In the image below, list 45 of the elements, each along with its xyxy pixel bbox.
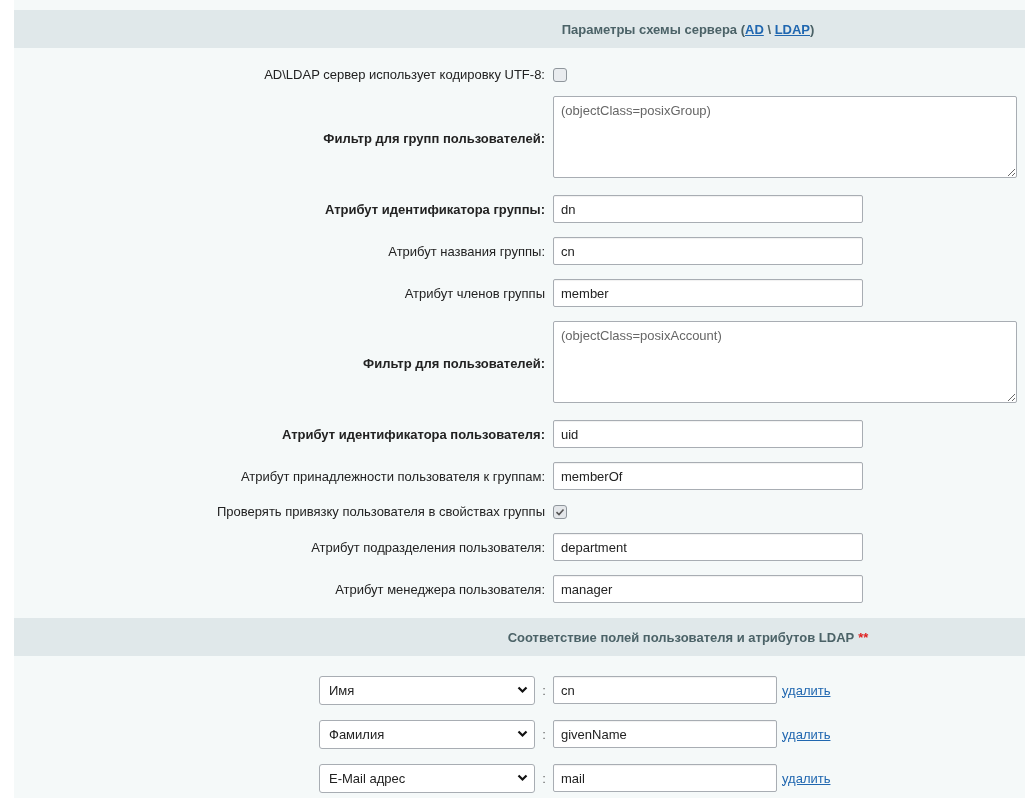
- attribute-field[interactable]: cn: [553, 676, 777, 704]
- checkbox[interactable]: [553, 504, 567, 519]
- field-select[interactable]: E-Mail адрес: [319, 763, 535, 793]
- textarea-field[interactable]: (objectClass=posixGroup): [553, 96, 1017, 178]
- field-label: Фильтр для пользователей:: [362, 356, 545, 371]
- field-label: Атрибут членов группы: [403, 285, 545, 301]
- chevron-icon: [517, 730, 528, 738]
- required-mark: **: [858, 629, 869, 645]
- colon-text: :: [541, 770, 547, 786]
- field-select[interactable]: Имя: [319, 675, 535, 705]
- chevron-icon: [517, 686, 528, 694]
- section-title: Соответствие полей пользователя и атрибутов LDAP: [507, 629, 855, 645]
- chevron-icon: [517, 774, 528, 782]
- text-field[interactable]: memberOf: [553, 462, 863, 490]
- text-field[interactable]: uid: [553, 420, 863, 448]
- delete-link[interactable]: удалить: [782, 682, 831, 698]
- field-label: Атрибут менеджера пользователя:: [334, 581, 545, 597]
- delete-link[interactable]: удалить: [782, 770, 831, 786]
- field-label: Атрибут идентификатора группы:: [324, 201, 545, 217]
- checkmark-icon: [555, 506, 565, 517]
- text-field[interactable]: department: [553, 533, 863, 561]
- text-field[interactable]: manager: [553, 575, 863, 603]
- ldap-link[interactable]: LDAP: [774, 21, 810, 37]
- text-field[interactable]: member: [553, 279, 863, 307]
- field-label: Фильтр для групп пользователей:: [322, 131, 545, 146]
- field-select[interactable]: Фамилия: [319, 719, 535, 749]
- textarea-field[interactable]: (objectClass=posixAccount): [553, 321, 1017, 403]
- field-label: Проверять привязку пользователя в свойствах группы: [216, 504, 545, 519]
- colon-text: :: [541, 726, 547, 742]
- ad-link[interactable]: AD: [745, 21, 764, 37]
- attribute-field[interactable]: givenName: [553, 720, 777, 748]
- colon-text: :: [541, 682, 547, 698]
- text-field[interactable]: dn: [553, 195, 863, 223]
- text-field[interactable]: cn: [553, 237, 863, 265]
- field-label: Атрибут идентификатора пользователя:: [280, 426, 545, 442]
- field-label: Атрибут принадлежности пользователя к группам:: [239, 468, 545, 484]
- checkbox[interactable]: [553, 67, 567, 82]
- field-label: Атрибут названия группы:: [387, 243, 545, 259]
- attribute-field[interactable]: mail: [553, 764, 777, 792]
- title-end: ): [810, 21, 815, 37]
- delete-link[interactable]: удалить: [782, 726, 831, 742]
- field-label: Атрибут подразделения пользователя:: [310, 539, 545, 555]
- section-title: Параметры схемы сервера (: [561, 21, 745, 37]
- field-label: AD\LDAP сервер использует кодировку UTF-8:: [263, 67, 545, 82]
- separator-text: \: [766, 21, 772, 37]
